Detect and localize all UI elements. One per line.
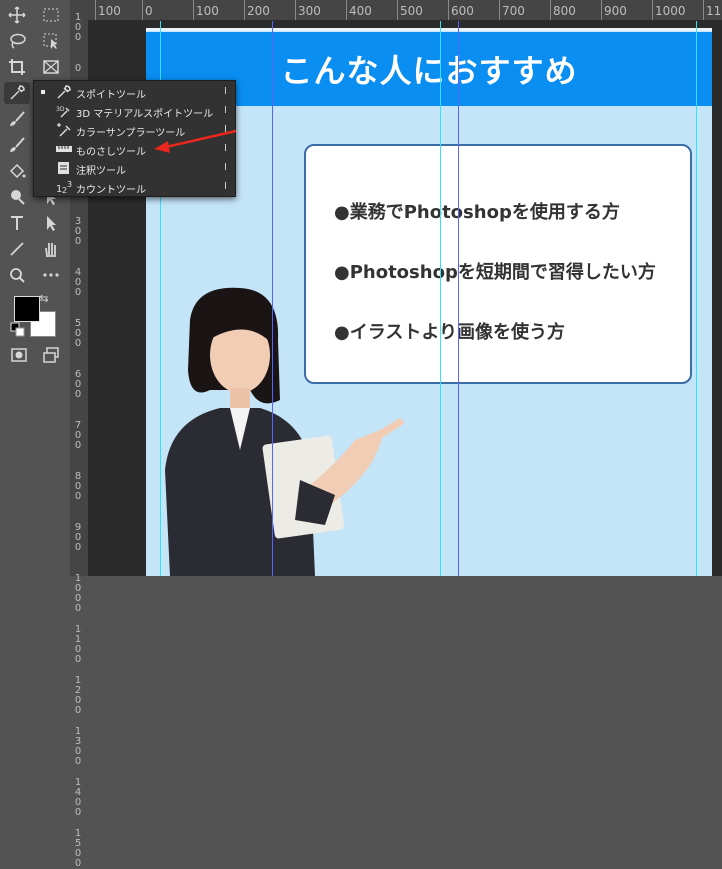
menu-item-note-tool[interactable]: 注釈ツール I [34,159,235,178]
menu-item-label: 3D マテリアルスポイトツール [76,109,214,120]
menu-item-3d-material-eyedropper[interactable]: 3D 3D マテリアルスポイトツール I [34,102,235,121]
menu-item-count-tool[interactable]: 123 カウントツール I [34,178,235,197]
guide-line[interactable] [458,21,459,576]
3d-eyedropper-icon: 3D [56,106,70,118]
ruler-label: 100 [74,12,82,43]
direct-selection-icon[interactable] [38,212,64,234]
ruler-label: 1100 [74,624,82,665]
count-icon: 1 23 [56,180,72,194]
menu-item-shortcut: I [224,105,227,116]
menu-item-label: カウントツール [76,185,146,196]
menu-item-shortcut: I [224,143,227,154]
menu-item-shortcut: I [224,162,227,173]
svg-text:3: 3 [67,180,72,189]
screen-mode-icon[interactable] [38,344,64,366]
guide-line[interactable] [272,21,273,576]
ruler-label: 900 [601,0,627,20]
menu-item-label: 注釈ツール [76,166,126,177]
quick-mask-icon[interactable] [6,344,32,366]
horizontal-ruler: 100010020030040050060070080090010001100 [88,0,722,21]
zoom-tool-icon[interactable] [4,264,30,286]
ruler-label: 400 [346,0,372,20]
svg-text:3D: 3D [56,106,65,113]
crop-tool-icon[interactable] [4,56,30,78]
menu-item-color-sampler[interactable]: カラーサンプラーツール I [34,121,235,140]
artboard-top-edge [146,28,712,31]
more-tools-icon[interactable] [38,264,64,286]
ruler-label: 1200 [74,675,82,716]
hand-tool-icon[interactable] [38,238,64,260]
menu-item-label: ものさしツール [76,147,146,158]
ruler-label: 0 [74,63,82,74]
ruler-label: 1000 [652,0,686,20]
ruler-label: 300 [74,216,82,247]
ruler-label: 100 [193,0,219,20]
ruler-label: 800 [74,471,82,502]
frame-tool-icon[interactable] [38,56,64,78]
bullet-item: ●業務でPhotoshopを使用する方 [334,202,620,223]
ruler-label: 700 [499,0,525,20]
eyedropper-tool-icon[interactable] [4,82,30,104]
marquee-tool-icon[interactable] [38,4,64,26]
ruler-label: 900 [74,522,82,553]
default-colors-icon[interactable] [10,322,26,338]
dodge-tool-icon[interactable] [4,186,30,208]
menu-item-shortcut: I [224,181,227,192]
ruler-label: 800 [550,0,576,20]
eyedropper-icon [57,85,71,99]
ruler-label: 200 [244,0,270,20]
ruler-label: 1400 [74,777,82,818]
menu-item-label: カラーサンプラーツール [76,128,186,139]
type-tool-icon[interactable] [4,212,30,234]
move-tool-icon[interactable] [4,4,30,26]
businesswoman-photo [165,287,405,576]
guide-line[interactable] [696,21,697,576]
menu-item-eyedropper-tool[interactable]: スポイトツール I [34,83,235,102]
ruler-label: 400 [74,267,82,298]
ruler-label: 600 [448,0,474,20]
ruler-label: 1100 [703,0,722,20]
paint-bucket-icon[interactable] [4,160,30,182]
menu-item-ruler-tool[interactable]: ものさしツール I [34,140,235,159]
ruler-label: 1000 [74,573,82,614]
ruler-label: 0 [142,0,153,20]
guide-line[interactable] [440,21,441,576]
history-brush-icon[interactable] [4,134,30,156]
lasso-tool-icon[interactable] [4,30,30,52]
note-icon [58,162,69,174]
menu-item-shortcut: I [224,86,227,97]
ruler-label: 700 [74,420,82,451]
ruler-label: 500 [397,0,423,20]
menu-item-label: スポイトツール [76,90,146,101]
ruler-label: 100 [95,0,121,20]
ruler-label: 600 [74,369,82,400]
eyedropper-tool-flyout-menu: スポイトツール I 3D 3D マテリアルスポイトツール I カラーサンプラーツ… [33,80,236,197]
ruler-label: 500 [74,318,82,349]
color-sampler-icon [57,123,71,137]
menu-item-shortcut: I [224,124,227,135]
object-selection-tool-icon[interactable] [38,30,64,52]
brush-tool-icon[interactable] [4,108,30,130]
foreground-color-swatch[interactable] [14,296,40,322]
ruler-icon [56,146,72,152]
ruler-label: 1300 [74,726,82,767]
ruler-label: 1500 [74,828,82,869]
line-tool-icon[interactable] [4,238,30,260]
selected-indicator [41,90,45,94]
ruler-label: 300 [295,0,321,20]
